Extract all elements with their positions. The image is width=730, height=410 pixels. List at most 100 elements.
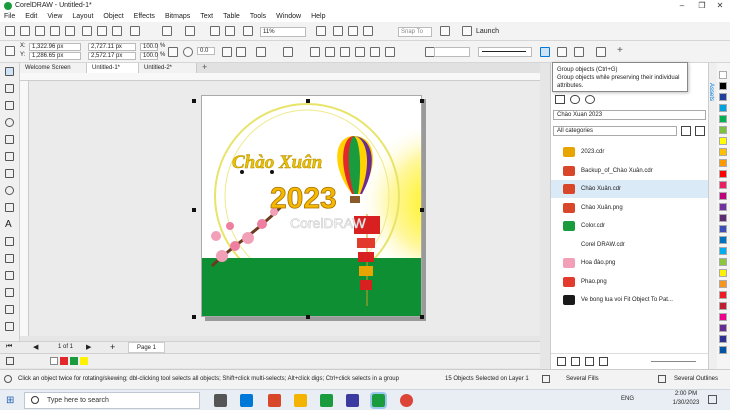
expand-icon[interactable] xyxy=(681,126,691,136)
show-rulers-icon[interactable] xyxy=(333,26,343,36)
palette-swatch[interactable] xyxy=(719,291,727,299)
chrome-icon[interactable] xyxy=(400,394,413,407)
selection-handle-br[interactable] xyxy=(420,315,424,319)
palette-swatch[interactable] xyxy=(719,170,727,178)
transparency-tool-icon[interactable] xyxy=(5,288,14,297)
category-select[interactable]: All categories xyxy=(553,126,677,136)
width-field[interactable]: 2,727.11 px xyxy=(88,43,136,51)
selection-handle-l[interactable] xyxy=(192,208,196,212)
tab-welcome-screen[interactable]: Welcome Screen xyxy=(20,63,87,73)
asset-file-row[interactable]: Chào Xuân.png xyxy=(551,199,709,217)
outline-width-dropdown[interactable] xyxy=(434,47,470,57)
interactive-fill-icon[interactable] xyxy=(5,322,14,331)
menu-effects[interactable]: Effects xyxy=(134,13,155,20)
blend-tool-icon[interactable] xyxy=(5,271,14,280)
launch-icon[interactable] xyxy=(462,26,472,36)
menu-window[interactable]: Window xyxy=(276,13,301,20)
close-button[interactable]: ✕ xyxy=(710,0,730,11)
weld-icon[interactable] xyxy=(310,47,320,57)
ungroup-icon[interactable] xyxy=(557,47,567,57)
wrap-text-icon[interactable] xyxy=(596,47,606,57)
pick-tool-icon[interactable] xyxy=(5,67,14,76)
show-grid-icon[interactable] xyxy=(348,26,358,36)
clock-date[interactable]: 1/30/2023 xyxy=(668,400,704,406)
artistic-media-icon[interactable] xyxy=(5,152,14,161)
rotation-angle-field[interactable]: 0.0 xyxy=(197,47,215,55)
drawing-page[interactable]: Chào Xuân 2023 CorelDRAW xyxy=(201,95,422,317)
y-position-field[interactable]: 1,286.65 px xyxy=(29,52,81,60)
palette-swatch[interactable] xyxy=(719,71,727,79)
fullscreen-icon[interactable] xyxy=(316,26,326,36)
cut-icon[interactable] xyxy=(82,26,92,36)
delete-icon[interactable] xyxy=(585,357,594,366)
windows-start-icon[interactable]: ⊞ xyxy=(6,395,14,406)
minimize-button[interactable]: – xyxy=(672,0,692,11)
palette-swatch[interactable] xyxy=(719,93,727,101)
palette-swatch[interactable] xyxy=(719,346,727,354)
back-minus-front-icon[interactable] xyxy=(385,47,395,57)
palette-swatch[interactable] xyxy=(719,192,727,200)
crop-tool-icon[interactable] xyxy=(5,101,14,110)
maximize-button[interactable]: ❐ xyxy=(692,0,712,11)
selection-handle-tl[interactable] xyxy=(192,99,196,103)
palette-swatch[interactable] xyxy=(719,313,727,321)
polygon-tool-icon[interactable] xyxy=(5,203,14,212)
open-icon[interactable] xyxy=(20,26,30,36)
lock-ratio-icon[interactable] xyxy=(168,47,178,57)
palette-swatch[interactable] xyxy=(719,148,727,156)
menu-tools[interactable]: Tools xyxy=(250,13,266,20)
asset-file-row[interactable]: Ve bong lua voi Fit Object To Pat... xyxy=(551,291,709,309)
height-field[interactable]: 2,572.17 px xyxy=(88,52,136,60)
outline-icon[interactable] xyxy=(658,375,666,383)
menu-table[interactable]: Table xyxy=(223,13,240,20)
zoom-level-select[interactable]: 11% xyxy=(260,27,306,37)
prev-page-icon[interactable]: ◀ xyxy=(33,343,38,351)
selection-handle-b[interactable] xyxy=(306,315,310,319)
asset-file-row[interactable]: Phao.png xyxy=(551,273,709,291)
asset-file-row[interactable]: Chào Xuân.cdr xyxy=(551,180,709,198)
intersect-icon[interactable] xyxy=(340,47,350,57)
x-position-field[interactable]: 1,322.96 px xyxy=(29,43,81,51)
horizontal-ruler[interactable] xyxy=(20,73,540,81)
align-distribute-icon[interactable] xyxy=(256,47,266,57)
palette-swatch[interactable] xyxy=(719,115,727,123)
palette-swatch[interactable] xyxy=(719,324,727,332)
link-icon[interactable] xyxy=(585,95,595,104)
app-icon-1[interactable] xyxy=(268,394,281,407)
page-1-tab[interactable]: Page 1 xyxy=(128,342,166,353)
asset-file-row[interactable]: 2023.cdr xyxy=(551,143,709,161)
fit-icon[interactable] xyxy=(130,26,140,36)
brand-text[interactable]: CorelDRAW xyxy=(290,215,367,232)
new-tab-icon[interactable]: + xyxy=(202,62,207,72)
language-indicator[interactable]: ENG xyxy=(621,396,634,402)
palette-swatch[interactable] xyxy=(719,335,727,343)
collection-select[interactable]: Chào Xuan 2023 xyxy=(553,110,706,120)
outline-status[interactable]: Several Outlines xyxy=(674,376,718,382)
app-icon-3[interactable] xyxy=(346,394,359,407)
collection-icon[interactable] xyxy=(555,95,565,104)
show-guides-icon[interactable] xyxy=(363,26,373,36)
palette-swatch[interactable] xyxy=(719,104,727,112)
launch-label[interactable]: Launch xyxy=(476,28,499,35)
taskbar-search[interactable]: Type here to search xyxy=(24,392,200,409)
menu-bitmaps[interactable]: Bitmaps xyxy=(165,13,190,20)
artwork[interactable]: Chào Xuân 2023 CorelDRAW xyxy=(202,96,422,317)
palette-swatch[interactable] xyxy=(719,159,727,167)
group-objects-icon[interactable] xyxy=(540,47,550,57)
add-page-icon[interactable]: + xyxy=(110,342,115,352)
front-minus-back-icon[interactable] xyxy=(370,47,380,57)
undo-icon[interactable] xyxy=(162,26,172,36)
redo-icon[interactable] xyxy=(185,26,195,36)
text-tool-icon[interactable]: A xyxy=(5,220,14,230)
notification-icon[interactable] xyxy=(708,395,717,404)
asset-file-row[interactable]: Corel DRAW.cdr xyxy=(551,236,709,254)
to-front-icon[interactable] xyxy=(283,47,293,57)
trim-icon[interactable] xyxy=(325,47,335,57)
selection-handle-r[interactable] xyxy=(420,208,424,212)
new-document-icon[interactable] xyxy=(5,26,15,36)
scale-x-field[interactable]: 100.0 xyxy=(140,43,158,51)
clock-time[interactable]: 2:00 PM xyxy=(668,391,704,397)
scale-y-field[interactable]: 100.0 xyxy=(140,52,158,60)
line-style-dropdown[interactable] xyxy=(478,47,532,57)
shape-tool-icon[interactable] xyxy=(5,84,14,93)
